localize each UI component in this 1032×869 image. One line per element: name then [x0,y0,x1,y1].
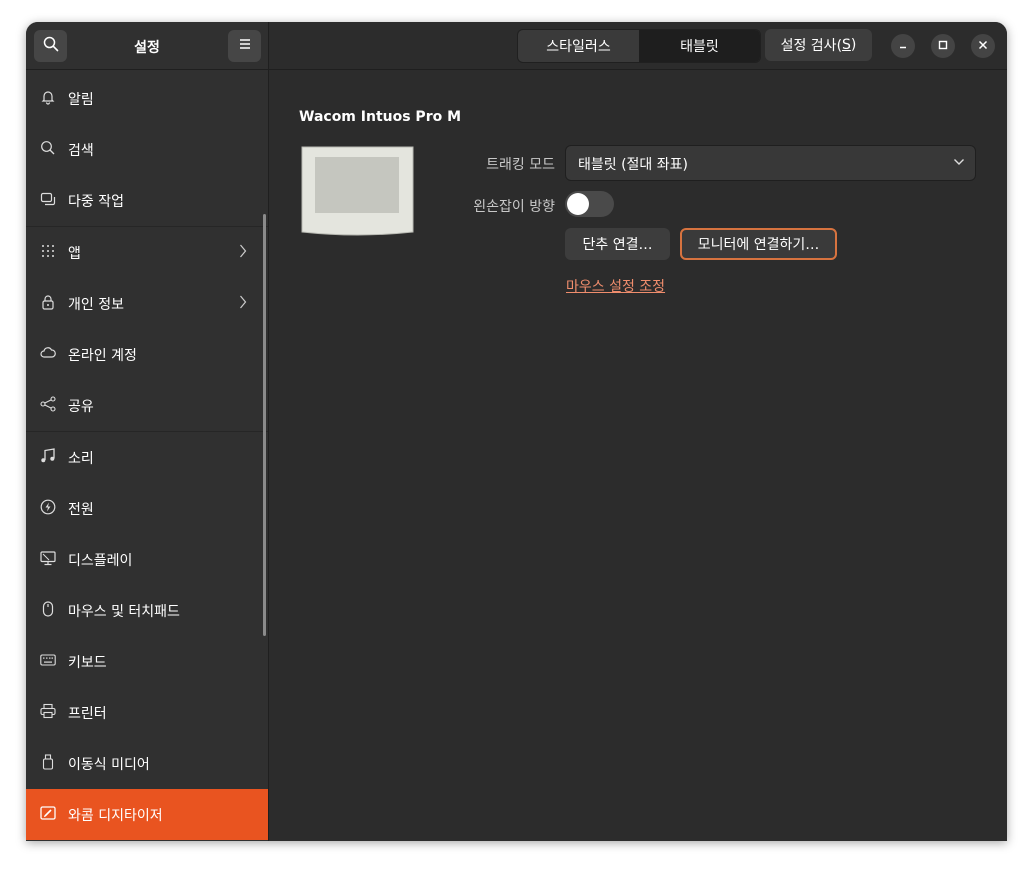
maximize-icon [938,38,948,54]
sidebar-item-sharing[interactable]: 공유 [26,380,268,431]
sidebar-item-label: 디스플레이 [68,553,133,569]
sidebar-item-label: 키보드 [68,655,107,671]
test-settings-label-end: ) [850,37,857,53]
hamburger-menu-icon [238,38,252,54]
sidebar-item-notifications[interactable]: 알림 [26,73,268,124]
sidebar-item-label: 다중 작업 [68,194,124,210]
sidebar-item-printers[interactable]: 프린터 [26,687,268,738]
cloud-icon [40,345,56,361]
sidebar-item-label: 전원 [68,502,94,518]
toggle-knob [567,193,589,215]
tracking-mode-label: 트래킹 모드 [486,157,555,173]
sidebar-item-keyboard[interactable]: 키보드 [26,636,268,687]
usb-drive-icon [40,754,56,770]
apps-grid-icon [40,243,56,259]
minimize-icon [898,38,908,54]
wacom-tablet-icon [40,805,56,821]
keyboard-icon [40,652,56,668]
test-settings-button[interactable]: 설정 검사(S) [765,29,872,61]
tracking-mode-dropdown[interactable]: 태블릿 (절대 좌표) [565,145,976,181]
tablet-settings-page: Wacom Intuos Pro M 트래킹 모드 태블릿 (절대 좌표) 왼손… [269,70,1007,841]
mouse-settings-link[interactable]: 마우스 설정 조정 [566,276,665,296]
sidebar-item-online-accounts[interactable]: 온라인 계정 [26,329,268,380]
settings-window: 설정 알림 검색 다중 작업 앱 개인 정보 온라인 계정 공유 소리 전원 디… [26,22,1007,841]
search-icon [40,140,56,156]
display-icon [40,550,56,566]
sidebar-item-wacom-tablet[interactable]: 와콤 디지타이저 [26,789,268,840]
sidebar-item-label: 공유 [68,399,94,415]
close-button[interactable] [971,34,995,58]
music-note-icon [40,448,56,464]
map-buttons-button[interactable]: 단추 연결… [565,228,670,260]
view-switcher: 스타일러스 태블릿 [517,29,761,63]
mouse-icon [40,601,56,617]
main-header: 스타일러스 태블릿 설정 검사(S) [269,22,1007,70]
chevron-right-icon [239,244,247,262]
share-icon [40,396,56,412]
sidebar-item-mouse-touchpad[interactable]: 마우스 및 터치패드 [26,585,268,636]
sidebar-item-label: 와콤 디지타이저 [68,808,163,824]
sidebar-item-label: 프린터 [68,706,107,722]
sidebar-item-privacy[interactable]: 개인 정보 [26,278,268,329]
sidebar-item-search[interactable]: 검색 [26,124,268,175]
main-menu-button[interactable] [228,30,261,62]
sidebar-item-sound[interactable]: 소리 [26,432,268,483]
chevron-down-icon [953,156,965,172]
lock-icon [40,294,56,310]
sidebar-item-label: 알림 [68,92,94,108]
map-to-monitor-button[interactable]: 모니터에 연결하기… [680,228,837,260]
sidebar-item-displays[interactable]: 디스플레이 [26,534,268,585]
tab-stylus[interactable]: 스타일러스 [518,30,639,62]
sidebar-item-label: 개인 정보 [68,297,124,313]
tracking-mode-value: 태블릿 (절대 좌표) [578,157,688,173]
sidebar-item-label: 마우스 및 터치패드 [68,604,180,620]
sidebar-nav: 알림 검색 다중 작업 앱 개인 정보 온라인 계정 공유 소리 전원 디스플레… [26,73,268,840]
sidebar-item-label: 소리 [68,451,94,467]
sidebar-item-power[interactable]: 전원 [26,483,268,534]
sidebar-item-removable-media[interactable]: 이동식 미디어 [26,738,268,789]
test-settings-label: 설정 검사( [780,38,843,54]
sidebar-item-label: 온라인 계정 [68,348,137,364]
tab-tablet[interactable]: 태블릿 [639,30,760,62]
multitasking-icon [40,191,56,207]
sidebar-item-multitasking[interactable]: 다중 작업 [26,175,268,226]
left-handed-label: 왼손잡이 방향 [473,199,555,215]
bell-icon [40,89,56,105]
sidebar-header: 설정 [26,22,268,70]
sidebar-scrollbar[interactable] [263,214,266,636]
sidebar: 설정 알림 검색 다중 작업 앱 개인 정보 온라인 계정 공유 소리 전원 디… [26,22,269,841]
sidebar-item-label: 이동식 미디어 [68,757,150,773]
sidebar-item-label: 검색 [68,143,94,159]
left-handed-toggle[interactable] [565,191,614,217]
device-name: Wacom Intuos Pro M [299,109,462,125]
chevron-right-icon [239,295,247,313]
printer-icon [40,703,56,719]
close-icon [978,38,988,54]
sidebar-item-apps[interactable]: 앱 [26,227,268,278]
sidebar-item-label: 앱 [68,246,81,262]
minimize-button[interactable] [891,34,915,58]
test-settings-mnemonic: S [842,37,851,53]
maximize-button[interactable] [931,34,955,58]
power-icon [40,499,56,515]
